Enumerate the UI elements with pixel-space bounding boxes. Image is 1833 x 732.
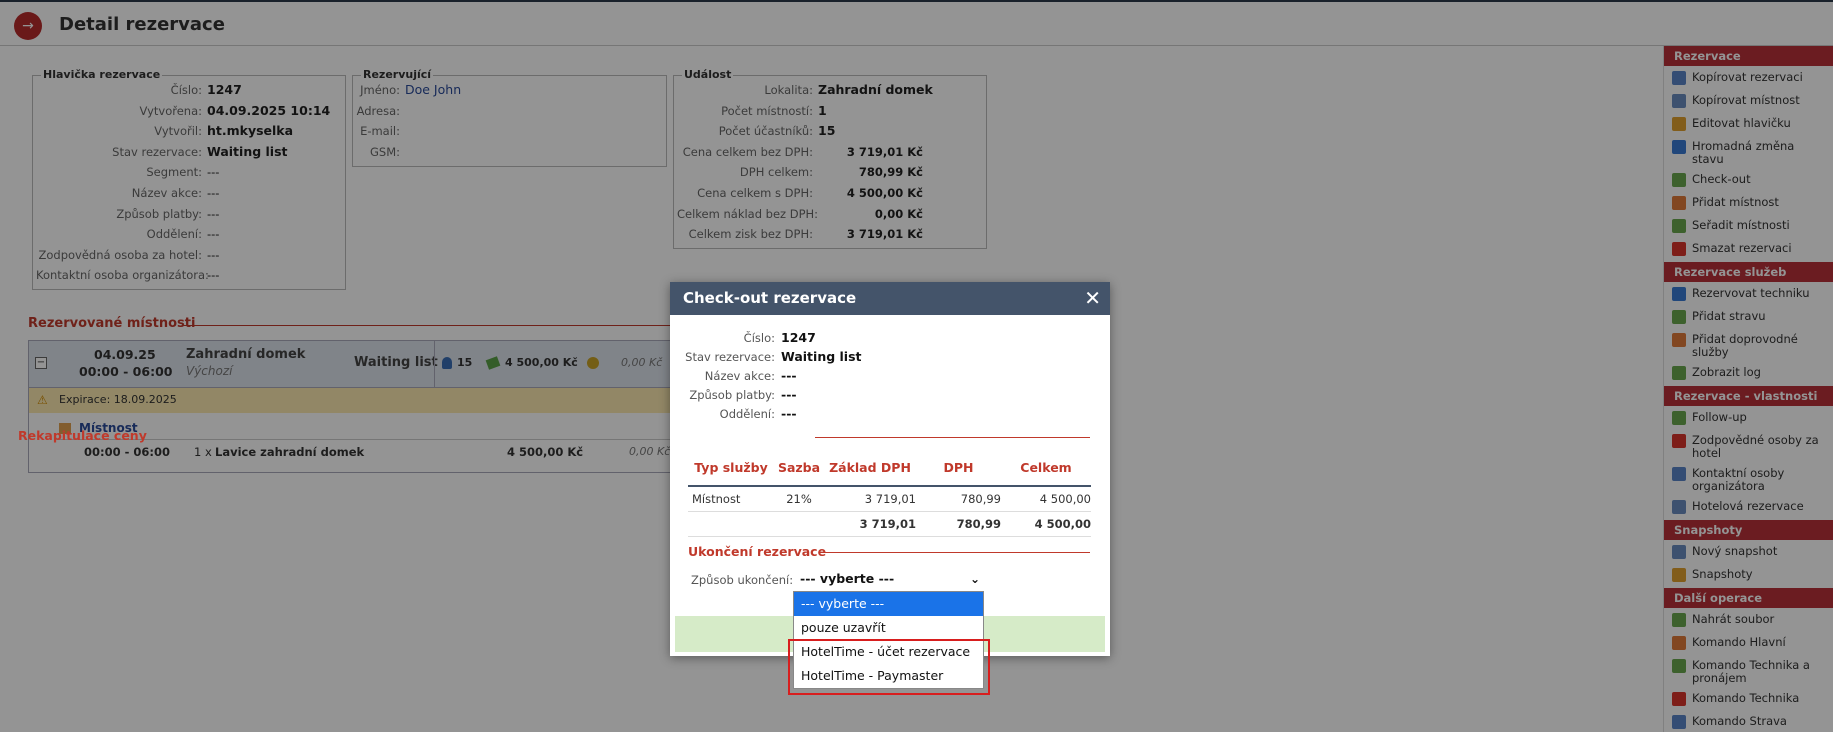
select-value: --- vyberte --- [800,571,895,586]
modal-info-row: Číslo: 1247 [672,328,816,347]
modal-info-value: --- [781,368,797,383]
modal-info-value: --- [781,406,797,421]
total-base: 3 719,01 [824,511,916,537]
col-type: Typ služby [688,450,774,487]
total-vat: 780,99 [916,511,1001,537]
total-rate [774,511,824,537]
cell-type: Místnost [688,486,774,512]
modal-info-label: Název akce: [704,369,775,383]
chevron-down-icon: ⌄ [969,572,980,586]
modal-info-label: Oddělení: [719,407,775,421]
cell-rate: 21% [774,486,824,512]
col-rate: Sazba [774,450,824,487]
modal-info-value: --- [781,387,797,402]
close-icon[interactable]: ✕ [1084,282,1101,315]
modal-info-value: 1247 [781,330,816,345]
cell-total: 4 500,00 [1001,486,1091,512]
end-title: Ukončení rezervace [688,544,827,559]
option-select[interactable]: --- vyberte --- [794,592,983,616]
price-recap-table: Typ služby Sazba Základ DPH DPH Celkem M… [688,450,1091,537]
modal-info-row: Název akce: --- [672,366,797,385]
modal-title: Check-out rezervace [683,289,857,307]
table-header-row: Typ služby Sazba Základ DPH DPH Celkem [688,450,1091,487]
modal-info-row: Stav rezervace: Waiting list [672,347,862,366]
total-sum: 4 500,00 [1001,511,1091,537]
modal-info-row: Způsob platby: --- [672,385,797,404]
col-base: Základ DPH [824,450,916,487]
option-close-only[interactable]: pouze uzavřít [794,616,983,640]
total-label [688,511,774,537]
end-method-label: Způsob ukončení: [691,573,794,587]
recap-title: Rekapitulace ceny [18,428,147,443]
modal-info-label: Číslo: [743,331,775,345]
table-total-row: 3 719,01 780,99 4 500,00 [688,511,1091,537]
highlight-frame [788,639,990,695]
end-method-select[interactable]: --- vyberte --- ⌄ [794,568,984,590]
end-divider [824,552,1090,553]
modal-info-label: Způsob platby: [689,388,775,402]
cell-base: 3 719,01 [824,486,916,512]
modal-info-value: Waiting list [781,349,862,364]
recap-divider [815,437,1090,438]
col-vat: DPH [916,450,1001,487]
modal-info-label: Stav rezervace: [685,350,775,364]
col-total: Celkem [1001,450,1091,487]
modal-header: Check-out rezervace ✕ [670,282,1110,315]
cell-vat: 780,99 [916,486,1001,512]
modal-info-row: Oddělení: --- [672,404,797,423]
table-row: Místnost 21% 3 719,01 780,99 4 500,00 [688,486,1091,512]
